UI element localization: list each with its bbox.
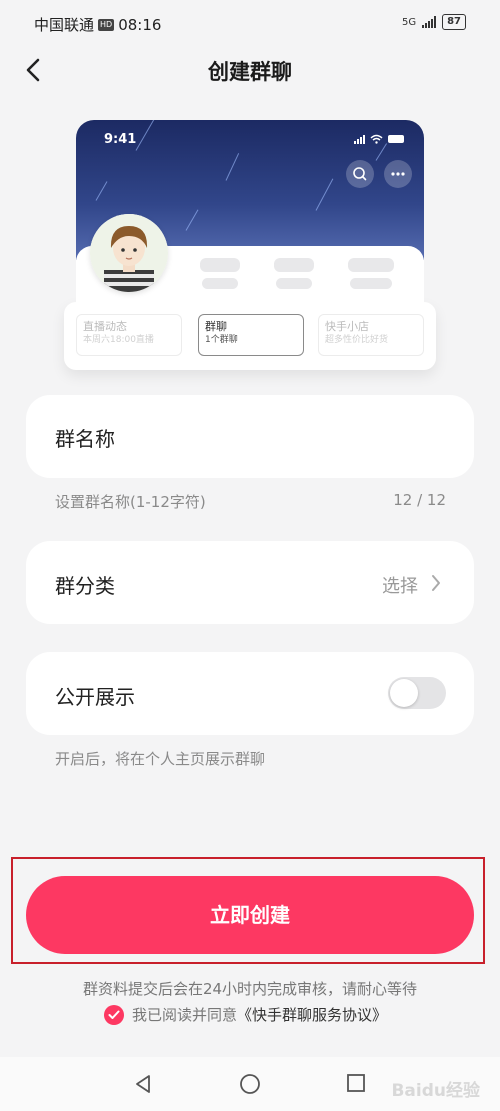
group-category-row[interactable]: 群分类 选择 <box>26 541 474 624</box>
preview-stat-placeholder <box>274 258 314 272</box>
preview-tab-shop: 快手小店 超多性价比好货 <box>318 314 424 356</box>
preview-wifi-icon <box>370 134 383 144</box>
preview-tab-title: 直播动态 <box>83 320 127 333</box>
public-display-label: 公开展示 <box>55 685 135 709</box>
preview-tab-subtitle: 本周六18:00直播 <box>83 335 154 345</box>
preview-tab-group-chat: 群聊 1个群聊 <box>198 314 304 356</box>
annotation-highlight-box <box>11 857 485 964</box>
preview-tab-live: 直播动态 本周六18:00直播 <box>76 314 182 356</box>
preview-avatar <box>90 214 168 292</box>
check-icon <box>108 1010 120 1019</box>
toggle-knob <box>390 679 418 707</box>
preview-tab-subtitle: 1个群聊 <box>205 335 238 345</box>
preview-status-icons <box>354 134 404 144</box>
system-navigation-bar: Baidu经验 <box>0 1057 500 1111</box>
group-category-label: 群分类 <box>55 574 115 598</box>
preview-battery-icon <box>388 135 404 143</box>
preview-signal-icon <box>354 134 365 144</box>
battery-icon: 87 <box>442 14 466 30</box>
preview-tab-title: 快手小店 <box>325 320 369 333</box>
public-display-hint: 开启后，将在个人主页展示群聊 <box>55 750 266 768</box>
group-category-value: 选择 <box>382 576 418 597</box>
agreement-link[interactable]: 《快手群聊服务协议》 <box>237 1004 387 1025</box>
page-title: 创建群聊 <box>208 60 292 84</box>
hd-badge: HD <box>98 18 115 31</box>
preview-stat-placeholder <box>276 278 312 289</box>
agreement-row: 我已阅读并同意 《快手群聊服务协议》 <box>104 1004 387 1025</box>
preview-tab-title: 群聊 <box>205 320 227 333</box>
group-name-field[interactable]: 群名称 <box>26 395 474 478</box>
profile-preview: 9:41 直播动态 本周六18:00直播 群聊 1个群聊 快手小店 超多性价比好… <box>64 120 436 370</box>
agree-text: 我已阅读并同意 <box>132 1006 238 1024</box>
nav-bar: 创建群聊 <box>0 48 500 92</box>
clock: 08:16 <box>118 15 162 34</box>
signal-icon <box>422 16 437 28</box>
preview-time: 9:41 <box>104 132 137 147</box>
preview-stat-placeholder <box>200 258 240 272</box>
group-name-label: 群名称 <box>55 427 115 451</box>
preview-more-icon <box>384 160 412 188</box>
group-name-hint: 设置群名称(1-12字符) <box>55 493 206 511</box>
public-display-row: 公开展示 <box>26 652 474 735</box>
nav-back-icon[interactable] <box>132 1073 154 1095</box>
status-right: 5G 87 <box>402 14 466 30</box>
agree-checkbox[interactable] <box>104 1004 124 1025</box>
network-type: 5G <box>401 16 417 28</box>
preview-tab-subtitle: 超多性价比好货 <box>325 335 389 345</box>
nav-recents-icon[interactable] <box>345 1073 367 1095</box>
public-display-toggle[interactable] <box>388 677 446 709</box>
group-name-counter: 12 / 12 <box>393 491 446 509</box>
preview-stat-placeholder <box>348 258 394 272</box>
carrier-name: 中国联通 <box>34 16 95 34</box>
review-note: 群资料提交后会在24小时内完成审核，请耐心等待 <box>82 980 418 998</box>
preview-search-icon <box>346 160 374 188</box>
chevron-right-icon <box>432 575 440 591</box>
status-left: 中国联通 HD 08:16 <box>34 14 161 35</box>
preview-stat-placeholder <box>350 278 392 289</box>
nav-home-icon[interactable] <box>238 1073 262 1097</box>
status-bar: 中国联通 HD 08:16 5G 87 <box>0 0 500 48</box>
watermark: Baidu经验 <box>391 1081 480 1101</box>
preview-stat-placeholder <box>202 278 238 289</box>
